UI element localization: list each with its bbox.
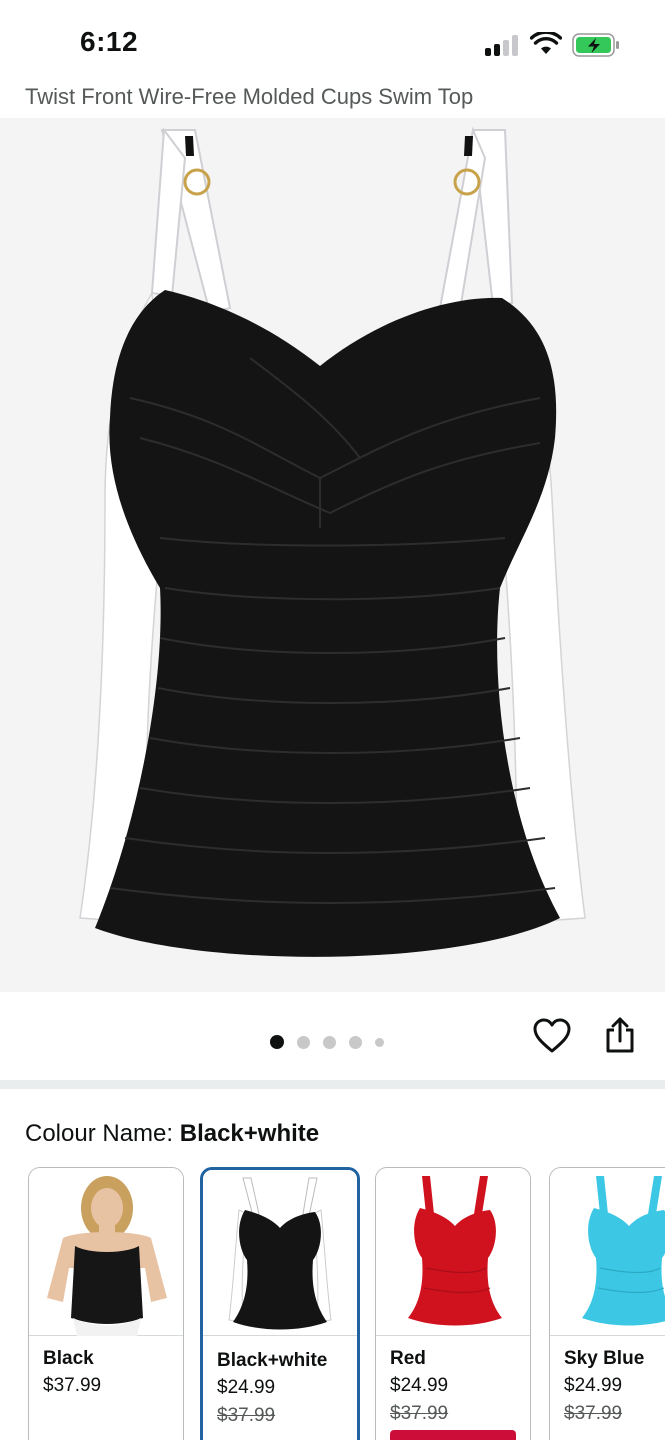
wifi-icon xyxy=(530,32,562,54)
status-time: 6:12 xyxy=(80,26,139,57)
swatch-image xyxy=(203,1170,357,1336)
carousel-dot[interactable] xyxy=(323,1035,336,1049)
swatch-price: $24.99 xyxy=(217,1377,276,1398)
swatch-was-price: $37.99 xyxy=(390,1403,449,1424)
swatch-name: Black xyxy=(43,1348,94,1369)
swatch-image xyxy=(29,1168,183,1336)
swatch-image xyxy=(550,1168,665,1336)
swatch-price: $24.99 xyxy=(564,1375,623,1396)
share-icon[interactable] xyxy=(603,1016,637,1054)
swatch-product-image xyxy=(408,1176,502,1326)
carousel-dot[interactable] xyxy=(270,1035,284,1049)
carousel-dot[interactable] xyxy=(375,1037,384,1047)
product-title: Twist Front Wire-Free Molded Cups Swim T… xyxy=(25,84,474,109)
swatch-was-price: $37.99 xyxy=(564,1403,623,1424)
swatch-product-image xyxy=(582,1176,665,1326)
swatch-was-price: $37.99 xyxy=(217,1405,276,1426)
swatch-model-image xyxy=(47,1176,167,1336)
image-controls xyxy=(0,992,665,1080)
swatch-black-white[interactable]: Black+white $24.99 $37.99 xyxy=(200,1167,360,1440)
status-bar: 6:12 xyxy=(0,0,665,80)
swatch-name: Sky Blue xyxy=(564,1348,645,1369)
swatch-product-image xyxy=(228,1177,332,1330)
carousel-dots[interactable] xyxy=(270,1034,397,1050)
swatch-price: $24.99 xyxy=(390,1375,449,1396)
carousel-dot[interactable] xyxy=(297,1035,310,1049)
swatch-price: $37.99 xyxy=(43,1375,102,1396)
swatch-sky-blue[interactable]: Sky Blue $24.99 $37.99 xyxy=(549,1167,665,1440)
colour-label: Colour Name: Black+white xyxy=(25,1120,319,1148)
section-divider xyxy=(0,1080,665,1089)
product-image xyxy=(79,126,586,957)
product-image-carousel[interactable] xyxy=(0,118,665,992)
signal-icon xyxy=(485,34,519,56)
swatch-name: Red xyxy=(390,1348,426,1369)
colour-selected-value: Black+white xyxy=(179,1120,320,1147)
deal-badge xyxy=(390,1430,516,1440)
swatch-black[interactable]: Black $37.99 xyxy=(28,1167,184,1440)
colour-label-prefix: Colour Name: xyxy=(25,1120,180,1147)
heart-icon[interactable] xyxy=(533,1018,571,1054)
swatch-image xyxy=(376,1168,530,1336)
carousel-dot[interactable] xyxy=(349,1035,362,1049)
swatch-red[interactable]: Red $24.99 $37.99 xyxy=(375,1167,531,1440)
battery-charging-icon xyxy=(572,33,619,57)
colour-swatch-list: Black $37.99 Black+white $24.99 $37.99 R… xyxy=(0,1167,665,1440)
swatch-name: Black+white xyxy=(217,1350,328,1371)
